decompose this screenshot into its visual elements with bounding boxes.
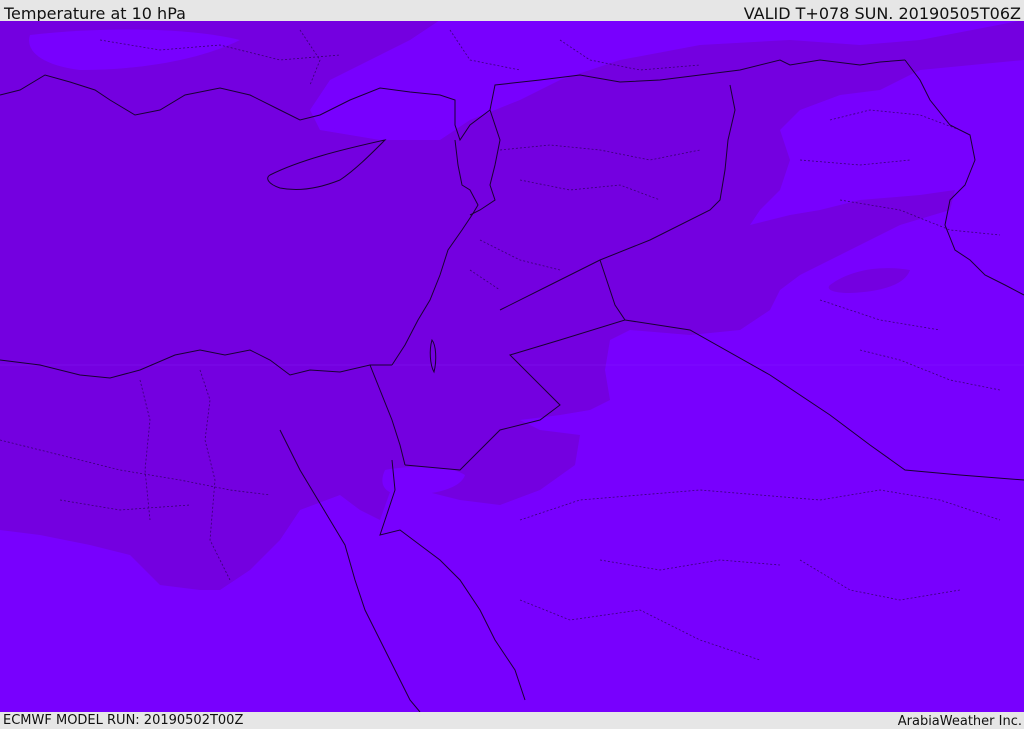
credit-label: ArabiaWeather Inc. — [897, 714, 1022, 729]
temperature-map — [0, 21, 1024, 712]
footer-bar: ECMWF MODEL RUN: 20190502T00Z ArabiaWeat… — [0, 712, 1024, 729]
weather-map-frame: Temperature at 10 hPa VALID T+078 SUN. 2… — [0, 0, 1024, 729]
header-bar: Temperature at 10 hPa VALID T+078 SUN. 2… — [0, 0, 1024, 23]
map-canvas — [0, 21, 1024, 712]
model-run-label: ECMWF MODEL RUN: 20190502T00Z — [3, 713, 244, 728]
